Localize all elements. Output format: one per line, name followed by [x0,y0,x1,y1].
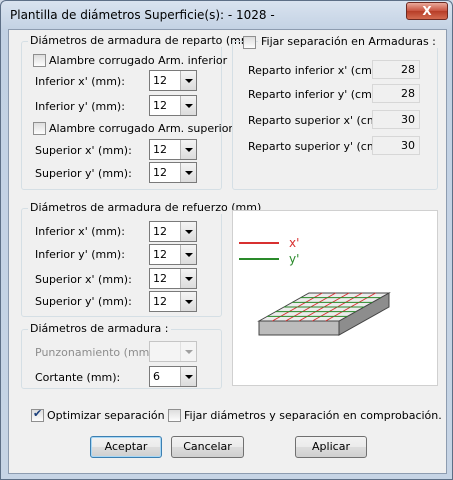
superior-alambre-checkbox[interactable] [33,122,46,135]
chevron-down-icon [180,342,196,361]
chevron-down-icon[interactable] [180,292,196,311]
fijar-separacion-label[interactable]: Fijar separación en Armaduras : [258,35,439,48]
inferior-x-value: 12 [153,74,167,87]
refuerzo-inferior-x-label: Inferior x' (mm): [35,225,125,238]
inferior-x-label: Inferior x' (mm): [35,75,125,88]
cancelar-button[interactable]: Cancelar [171,436,244,458]
reparto-superior-x-value: 30 [372,110,420,129]
inferior-x-select[interactable]: 12 [149,70,197,91]
chevron-down-icon[interactable] [180,71,196,90]
dialog-client: Diámetros de armadura de reparto (mm) Al… [8,29,447,474]
superior-x-label: Superior x' (mm): [35,144,132,157]
punzonamiento-label: Punzonamiento (mm): [35,346,158,359]
refuerzo-superior-y-label: Superior y' (mm): [35,295,132,308]
reparto-legend: Diámetros de armadura de reparto (mm) [28,34,258,47]
inferior-y-value: 12 [153,99,167,112]
optimizar-label[interactable]: Optimizar separación [47,409,165,422]
superior-y-select[interactable]: 12 [149,162,197,183]
reparto-inferior-x-label: Reparto inferior x' (cm): [248,64,380,77]
chevron-down-icon[interactable] [180,96,196,115]
inferior-alambre-checkbox[interactable] [33,54,46,67]
refuerzo-inferior-x-value: 12 [153,225,167,238]
cortante-label: Cortante (mm): [35,371,121,384]
refuerzo-inferior-y-value: 12 [153,248,167,261]
refuerzo-legend: Diámetros de armadura de refuerzo (mm) [28,201,264,214]
refuerzo-superior-y-value: 12 [153,295,167,308]
chevron-down-icon[interactable] [180,163,196,182]
reparto-inferior-y-value: 28 [372,84,420,103]
inferior-y-label: Inferior y' (mm): [35,100,125,113]
chevron-down-icon[interactable] [180,269,196,288]
legend-x-label: x' [289,236,299,250]
reparto-superior-y-value: 30 [372,136,420,155]
refuerzo-superior-y-select[interactable]: 12 [149,291,197,312]
fijar-separacion-checkbox[interactable] [243,36,256,49]
close-button[interactable]: X [406,2,448,20]
chevron-down-icon[interactable] [180,367,196,386]
superior-x-value: 12 [153,143,167,156]
dialog-window: Plantilla de diámetros Superficie(s): - … [0,0,453,480]
superior-y-label: Superior y' (mm): [35,167,132,180]
chevron-down-icon[interactable] [180,222,196,241]
refuerzo-inferior-y-label: Inferior y' (mm): [35,248,125,261]
superior-alambre-label[interactable]: Alambre corrugado Arm. superior [49,122,233,135]
close-icon: X [422,4,432,18]
superior-y-value: 12 [153,166,167,179]
fijar-diametros-label[interactable]: Fijar diámetros y separación en comproba… [184,409,442,422]
slab-front-face [258,320,340,336]
reparto-inferior-y-label: Reparto inferior y' (cm): [248,88,380,101]
inferior-alambre-label[interactable]: Alambre corrugado Arm. inferior [49,54,227,67]
aceptar-button[interactable]: Aceptar [90,436,162,458]
armadura-preview: x' y' [232,210,438,386]
slab-illustration: x' y' [239,236,391,336]
refuerzo-inferior-y-select[interactable]: 12 [149,244,197,265]
cortante-value: 6 [153,370,160,383]
window-title: Plantilla de diámetros Superficie(s): - … [10,8,275,22]
chevron-down-icon[interactable] [180,245,196,264]
cortante-select[interactable]: 6 [149,366,197,387]
superior-x-select[interactable]: 12 [149,139,197,160]
fijar-diametros-checkbox[interactable] [168,409,181,422]
armadura-legend: Diámetros de armadura : [28,322,171,335]
reparto-inferior-x-value: 28 [372,60,420,79]
reparto-superior-x-label: Reparto superior x' (cm): [248,114,386,127]
reparto-superior-y-label: Reparto superior y' (cm): [248,140,386,153]
refuerzo-superior-x-label: Superior x' (mm): [35,273,132,286]
refuerzo-superior-x-value: 12 [153,272,167,285]
title-bar[interactable]: Plantilla de diámetros Superficie(s): - … [1,1,452,29]
chevron-down-icon[interactable] [180,140,196,159]
refuerzo-superior-x-select[interactable]: 12 [149,268,197,289]
aplicar-button[interactable]: Aplicar [295,436,367,458]
punzonamiento-select [149,341,197,362]
legend-y-label: y' [289,252,299,266]
inferior-y-select[interactable]: 12 [149,95,197,116]
refuerzo-inferior-x-select[interactable]: 12 [149,221,197,242]
optimizar-checkbox[interactable] [31,407,44,422]
